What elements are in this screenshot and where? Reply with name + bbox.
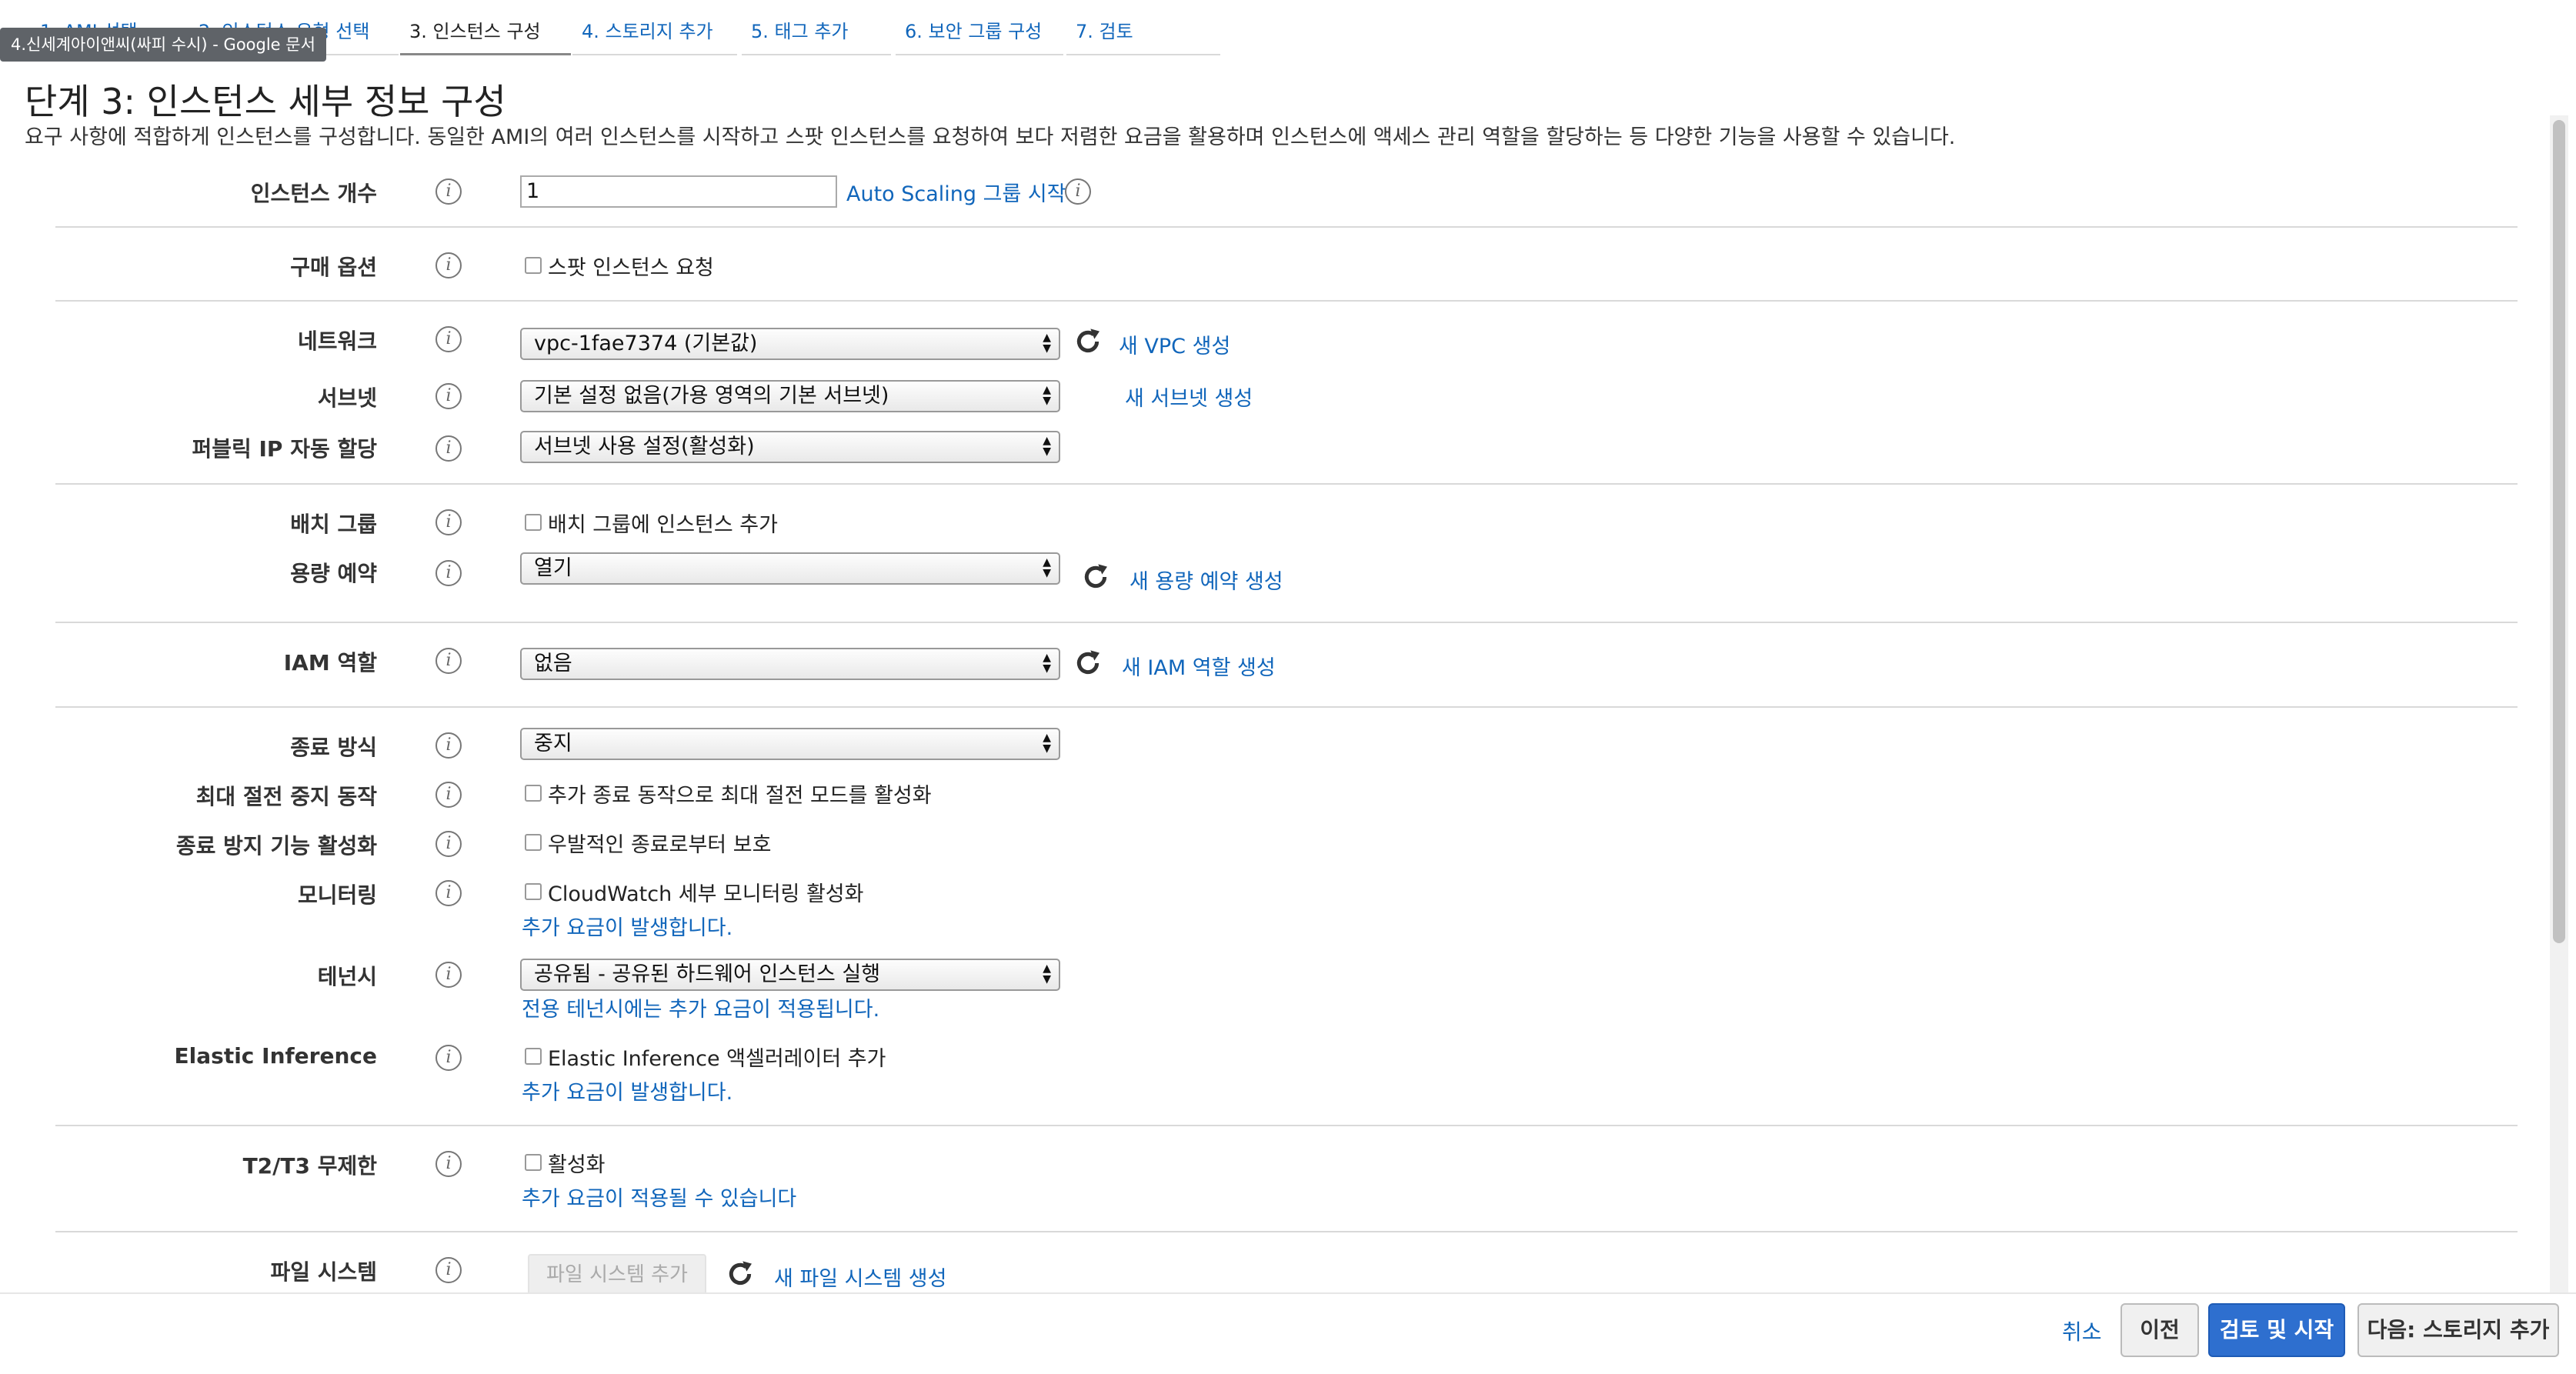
- termination-protection-checkbox[interactable]: [525, 834, 542, 851]
- iam-role-label: IAM 역할: [283, 650, 377, 675]
- divider: [55, 706, 2518, 708]
- divider: [55, 226, 2518, 228]
- select-arrows-icon: ▲ ▼: [1043, 556, 1051, 579]
- tenancy-select[interactable]: 공유됨 - 공유된 하드웨어 인스턴스 실행 ▲ ▼: [520, 959, 1060, 991]
- select-arrows-icon: ▲ ▼: [1043, 332, 1051, 355]
- subnet-label: 서브넷: [317, 385, 377, 411]
- subnet-select-value: 기본 설정 없음(가용 영역의 기본 서브넷): [534, 384, 889, 408]
- termination-protection-label: 종료 방지 기능 활성화: [175, 833, 377, 859]
- public-ip-select[interactable]: 서브넷 사용 설정(활성화) ▲ ▼: [520, 431, 1060, 463]
- info-icon[interactable]: i: [1065, 178, 1091, 205]
- divider: [55, 1231, 2518, 1232]
- public-ip-select-value: 서브넷 사용 설정(활성화): [534, 435, 755, 459]
- iam-role-select-value: 없음: [534, 652, 572, 675]
- t2t3-unlimited-label: T2/T3 무제한: [242, 1153, 377, 1179]
- browser-tooltip: 4.신세계아이앤씨(싸피 수시) - Google 문서: [0, 28, 326, 62]
- placement-group-checkbox[interactable]: [525, 514, 542, 531]
- next-add-storage-button[interactable]: 다음: 스토리지 추가: [2357, 1303, 2559, 1357]
- info-icon[interactable]: i: [435, 178, 462, 205]
- tenancy-label: 테넌시: [317, 964, 377, 989]
- info-icon[interactable]: i: [435, 1045, 462, 1071]
- capacity-reservation-select-value: 열기: [534, 556, 572, 580]
- instance-count-label: 인스턴스 개수: [250, 181, 377, 206]
- iam-role-select[interactable]: 없음 ▲ ▼: [520, 648, 1060, 680]
- scrollbar-thumb[interactable]: [2553, 120, 2565, 943]
- info-icon[interactable]: i: [435, 1151, 462, 1177]
- info-icon[interactable]: i: [435, 782, 462, 808]
- info-icon[interactable]: i: [435, 1257, 462, 1283]
- public-ip-label: 퍼블릭 IP 자동 할당: [192, 436, 377, 462]
- elastic-inference-charge-note[interactable]: 추가 요금이 발생합니다.: [522, 1076, 732, 1106]
- instance-details-form: 인스턴스 개수 i 1 Auto Scaling 그룹 시작 i 구매 옵션 i…: [0, 0, 2539, 1296]
- hibernate-checkbox[interactable]: [525, 785, 542, 802]
- elastic-inference-checkbox-label: Elastic Inference 액셀러레이터 추가: [548, 1047, 886, 1071]
- select-arrows-icon: ▲ ▼: [1043, 732, 1051, 755]
- placement-group-checkbox-label: 배치 그룹에 인스턴스 추가: [548, 513, 778, 537]
- elastic-inference-checkbox[interactable]: [525, 1048, 542, 1065]
- info-icon[interactable]: i: [435, 962, 462, 988]
- create-file-system-link[interactable]: 새 파일 시스템 생성: [774, 1262, 946, 1292]
- info-icon[interactable]: i: [435, 435, 462, 462]
- select-arrows-icon: ▲ ▼: [1043, 962, 1051, 985]
- divider: [55, 622, 2518, 623]
- termination-protection-checkbox-label: 우발적인 종료로부터 보호: [548, 833, 772, 857]
- select-arrows-icon: ▲ ▼: [1043, 435, 1051, 458]
- monitoring-charge-note[interactable]: 추가 요금이 발생합니다.: [522, 911, 732, 941]
- elastic-inference-label: Elastic Inference: [174, 1043, 377, 1069]
- spot-instance-checkbox-label: 스팟 인스턴스 요청: [548, 256, 714, 280]
- create-vpc-link[interactable]: 새 VPC 생성: [1119, 329, 1230, 359]
- network-select-value: vpc-1fae7374 (기본값): [534, 332, 758, 355]
- capacity-reservation-select[interactable]: 열기 ▲ ▼: [520, 552, 1060, 585]
- file-systems-label: 파일 시스템: [270, 1259, 377, 1285]
- monitoring-checkbox-label: CloudWatch 세부 모니터링 활성화: [548, 882, 864, 906]
- review-and-launch-button[interactable]: 검토 및 시작: [2208, 1303, 2345, 1357]
- instance-count-input[interactable]: 1: [520, 175, 837, 208]
- divider: [55, 1125, 2518, 1126]
- info-icon[interactable]: i: [435, 509, 462, 535]
- hibernate-checkbox-label: 추가 종료 동작으로 최대 절전 모드를 활성화: [548, 784, 932, 808]
- cancel-link[interactable]: 취소: [2062, 1316, 2102, 1346]
- shutdown-behavior-label: 종료 방식: [290, 735, 377, 760]
- select-arrows-icon: ▲ ▼: [1043, 652, 1051, 675]
- purchase-option-label: 구매 옵션: [290, 255, 377, 280]
- create-subnet-link[interactable]: 새 서브넷 생성: [1125, 382, 1253, 412]
- info-icon[interactable]: i: [435, 252, 462, 278]
- info-icon[interactable]: i: [435, 732, 462, 759]
- refresh-icon[interactable]: [1073, 648, 1103, 679]
- auto-scaling-link[interactable]: Auto Scaling 그룹 시작: [846, 177, 1066, 207]
- info-icon[interactable]: i: [435, 326, 462, 352]
- info-icon[interactable]: i: [435, 880, 462, 906]
- t2t3-unlimited-checkbox-label: 활성화: [548, 1153, 606, 1177]
- t2t3-charge-note[interactable]: 추가 요금이 적용될 수 있습니다: [522, 1182, 796, 1212]
- placement-group-label: 배치 그룹: [290, 512, 377, 537]
- monitoring-label: 모니터링: [297, 882, 377, 908]
- shutdown-behavior-select[interactable]: 중지 ▲ ▼: [520, 728, 1060, 760]
- select-arrows-icon: ▲ ▼: [1043, 384, 1051, 407]
- info-icon[interactable]: i: [435, 383, 462, 409]
- capacity-reservation-label: 용량 예약: [290, 561, 377, 586]
- divider: [55, 483, 2518, 485]
- refresh-icon[interactable]: [1073, 326, 1103, 357]
- spot-instance-checkbox[interactable]: [525, 257, 542, 274]
- tenancy-select-value: 공유됨 - 공유된 하드웨어 인스턴스 실행: [534, 962, 881, 986]
- network-select[interactable]: vpc-1fae7374 (기본값) ▲ ▼: [520, 328, 1060, 360]
- monitoring-checkbox[interactable]: [525, 883, 542, 900]
- subnet-select[interactable]: 기본 설정 없음(가용 영역의 기본 서브넷) ▲ ▼: [520, 380, 1060, 412]
- stop-hibernate-label: 최대 절전 중지 동작: [195, 784, 377, 809]
- create-iam-role-link[interactable]: 새 IAM 역할 생성: [1122, 651, 1276, 681]
- refresh-icon[interactable]: [725, 1259, 756, 1289]
- create-capacity-reservation-link[interactable]: 새 용량 예약 생성: [1130, 565, 1283, 595]
- refresh-icon[interactable]: [1080, 562, 1111, 592]
- info-icon[interactable]: i: [435, 831, 462, 857]
- t2t3-unlimited-checkbox[interactable]: [525, 1154, 542, 1171]
- info-icon[interactable]: i: [435, 560, 462, 586]
- shutdown-behavior-select-value: 중지: [534, 732, 572, 755]
- network-label: 네트워크: [297, 328, 377, 354]
- info-icon[interactable]: i: [435, 648, 462, 674]
- add-file-system-button[interactable]: 파일 시스템 추가: [528, 1254, 706, 1296]
- previous-button[interactable]: 이전: [2121, 1303, 2199, 1357]
- divider: [55, 300, 2518, 302]
- tenancy-charge-note[interactable]: 전용 테넌시에는 추가 요금이 적용됩니다.: [522, 992, 879, 1022]
